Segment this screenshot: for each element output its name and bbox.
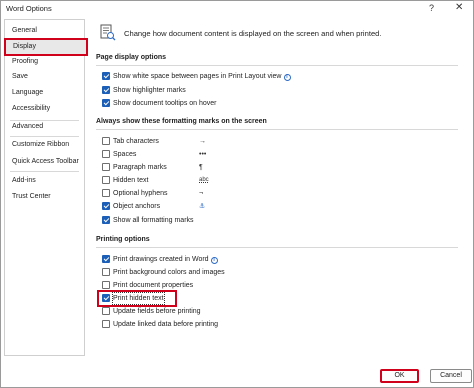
option-label: Show white space between pages in Print … [113,71,291,82]
section-divider [96,129,458,130]
sidebar-item-language[interactable]: Language [5,86,84,100]
sidebar-item-advanced[interactable]: Advanced [5,120,84,134]
option-label: Show highlighter marks [113,87,186,94]
options-sidebar: General Display Proofing Save Language A… [4,19,88,356]
dialog-footer: OK Cancel [0,362,474,388]
checkbox[interactable] [102,307,110,315]
checkbox[interactable] [102,86,110,94]
sidebar-separator [10,136,79,137]
option-label: Print drawings created in Word i [113,254,218,265]
sidebar-item-general[interactable]: General [5,24,84,38]
info-icon[interactable]: i [210,257,218,264]
checkbox[interactable] [102,320,110,328]
sidebar-item-display[interactable]: Display [4,38,88,56]
sidebar-item-trust-center[interactable]: Trust Center [5,190,84,204]
option-label: Hidden text [113,177,149,184]
cancel-button[interactable]: Cancel [430,369,472,383]
paragraph-mark-icon: ¶ [199,164,203,171]
section-divider [96,247,458,248]
sidebar-item-customize-ribbon[interactable]: Customize Ribbon [5,138,84,152]
checkbox[interactable] [102,150,110,158]
option-label: Spaces [113,151,137,158]
sidebar-separator [10,171,79,172]
page-description: Change how document content is displayed… [124,29,382,38]
document-display-icon [100,24,116,41]
checkbox[interactable] [102,268,110,276]
option-label: Print background colors and images [113,269,225,276]
option-label: Show document tooltips on hover [113,100,217,107]
option-label: Show all formatting marks [113,217,194,224]
close-button[interactable]: ✕ [455,2,463,13]
checkbox[interactable] [102,255,110,263]
section-title-printing: Printing options [96,236,150,243]
option-label: Optional hyphens [113,190,168,197]
sidebar-item-quick-access-toolbar[interactable]: Quick Access Toolbar [5,155,84,169]
option-label: Object anchors [113,203,161,210]
section-title-formatting-marks: Always show these formatting marks on th… [96,118,267,125]
window-title: Word Options [6,4,52,13]
checkbox[interactable] [102,72,110,80]
anchor-icon: ⚓ [199,203,206,210]
display-options-panel: Change how document content is displayed… [92,19,464,359]
section-divider [96,65,458,66]
info-icon[interactable]: i [283,74,291,81]
checkbox[interactable] [102,163,110,171]
option-label: Paragraph marks [113,164,167,171]
tab-mark-icon: → [199,138,206,145]
checkbox[interactable] [102,202,110,210]
checkbox[interactable] [102,216,110,224]
checkbox[interactable] [102,176,110,184]
option-label: Update linked data before printing [113,321,219,328]
ok-button[interactable]: OK [380,369,419,383]
checkbox[interactable] [102,99,110,107]
option-label: Tab characters [113,138,159,145]
checkbox[interactable] [102,294,110,302]
sidebar-item-save[interactable]: Save [5,70,84,84]
checkbox[interactable] [102,281,110,289]
option-label: Print hidden text [112,292,165,305]
space-mark-icon: ••• [199,151,207,158]
checkbox[interactable] [102,137,110,145]
checkbox[interactable] [102,189,110,197]
section-title-page-display: Page display options [96,54,167,61]
hidden-text-mark-icon: abc [199,177,209,183]
sidebar-item-proofing[interactable]: Proofing [5,55,84,69]
sidebar-item-add-ins[interactable]: Add-ins [5,174,84,188]
title-bar: Word Options ? ✕ [1,1,473,17]
optional-hyphen-mark-icon: ¬ [199,190,204,197]
option-label: Update fields before printing [113,308,201,315]
sidebar-item-accessibility[interactable]: Accessibility [5,102,84,116]
help-button[interactable]: ? [429,3,434,13]
